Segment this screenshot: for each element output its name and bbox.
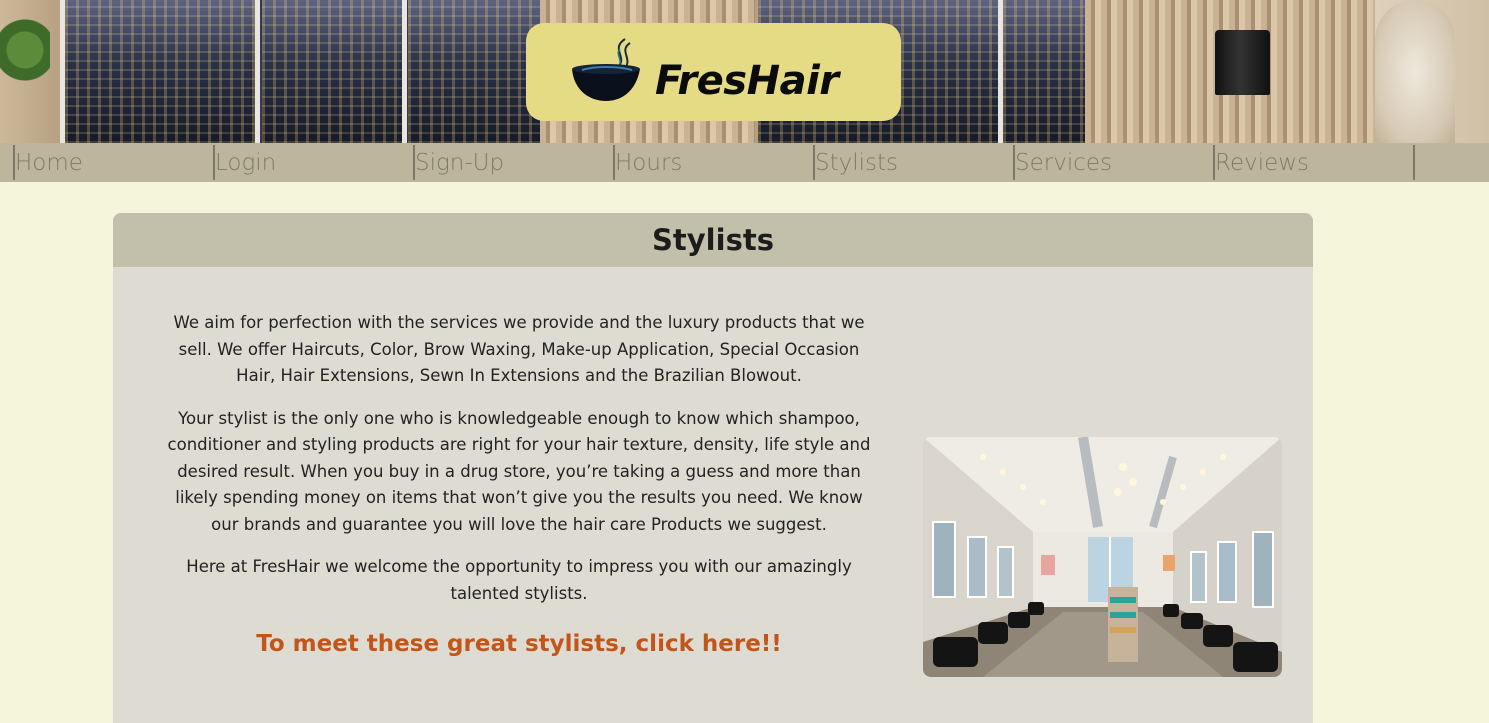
nav-signup[interactable]: Sign-Up [413,145,611,180]
lamp-decoration [1215,30,1270,95]
page-title: Stylists [652,223,774,257]
mirror-decoration [1375,0,1455,143]
brand-name: FresHair [655,58,839,104]
intro-text: We aim for perfection with the services … [165,310,873,623]
header-banner: FresHair [0,0,1489,143]
city-window [65,0,255,143]
plant-decoration [0,10,50,120]
intro-paragraph: We aim for perfection with the services … [173,313,865,385]
main-nav: Home Login Sign-Up Hours Stylists Servic… [0,143,1489,182]
nav-services[interactable]: Services [1013,145,1211,180]
nav-hours[interactable]: Hours [613,145,811,180]
city-window [408,0,540,143]
nav-login[interactable]: Login [213,145,411,180]
meet-stylists-link[interactable]: To meet these great stylists, click here… [165,631,873,657]
nav-home[interactable]: Home [13,145,211,180]
salon-photo [923,437,1282,677]
hair-cup-icon [572,38,640,101]
city-window [262,0,402,143]
stylists-card: Stylists We aim for perfection with the … [113,213,1313,723]
city-window [1003,0,1085,143]
brand-logo[interactable]: FresHair [526,23,901,121]
nav-stylists[interactable]: Stylists [813,145,1011,180]
nav-reviews[interactable]: Reviews [1213,145,1411,180]
intro-paragraph: Here at FresHair we welcome the opportun… [186,557,852,603]
intro-paragraph: Your stylist is the only one who is know… [167,408,871,534]
card-header: Stylists [113,213,1313,267]
nav-divider [1413,145,1415,180]
